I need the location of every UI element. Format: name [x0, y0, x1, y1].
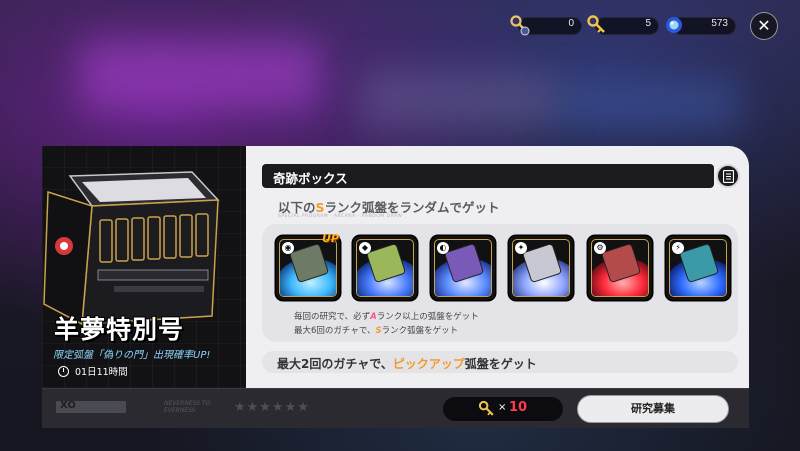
disc-item[interactable]: ◆: [353, 236, 417, 300]
cost-display: × 10: [443, 397, 563, 421]
time-remaining: 01日11時間: [58, 364, 128, 378]
gacha-card: 羊夢特別号 限定弧盤「偽りの門」出現確率UP! 01日11時間 奇跡ボックス 以…: [42, 146, 749, 428]
close-button[interactable]: ✕: [750, 12, 778, 40]
disc-frame: ✦: [512, 239, 570, 297]
panel-title: 奇跡ボックス: [273, 171, 348, 186]
disc-type-icon: ⚙: [594, 242, 606, 254]
box-title: 羊夢特別号: [54, 315, 185, 344]
disc-frame: ◐: [434, 239, 492, 297]
note-line-2: 最大6回のガチャで、Sランク弧盤をゲット: [294, 324, 458, 336]
blue-crystal-icon: [662, 13, 686, 37]
document-icon: [723, 170, 734, 183]
time-remaining-text: 01日11時間: [75, 367, 128, 378]
background-blur: [80, 40, 320, 110]
disc-item[interactable]: ⚡: [666, 236, 730, 300]
rarity-stars: ★★★★★★: [234, 400, 310, 415]
resource-value: 0: [568, 18, 574, 29]
resource-gold-key: 5: [585, 13, 659, 37]
disc-item[interactable]: ⚙: [588, 236, 652, 300]
gold-key-icon: [585, 13, 609, 37]
gold-key-icon: [478, 400, 494, 416]
pickup-post: 弧盤をゲット: [464, 357, 537, 371]
description-post: ランク弧盤をランダムでゲット: [324, 200, 500, 215]
disc-item[interactable]: ✦: [509, 236, 573, 300]
note-1-pre: 毎回の研究で、必ず: [294, 312, 371, 322]
brand-caption: NEVERNESS TO EVERNESS: [164, 400, 211, 414]
close-icon: ✕: [757, 16, 771, 35]
box-banner: 羊夢特別号 限定弧盤「偽りの門」出現確率UP! 01日11時間: [42, 146, 246, 388]
disc-type-icon: ◉: [282, 242, 294, 254]
disc-type-icon: ◆: [359, 242, 371, 254]
cost-multiplier: ×: [498, 402, 507, 413]
background-blur: [560, 80, 740, 130]
pickup-highlight: ピックアップ: [392, 357, 465, 371]
note-line-1: 毎回の研究で、必ずAランク以上の弧盤をゲット: [294, 310, 479, 322]
panel-header: 奇跡ボックス: [262, 164, 714, 188]
clock-icon: [58, 365, 69, 377]
note-2-pre: 最大6回のガチャで、: [294, 326, 376, 336]
description-pre: 以下の: [278, 200, 316, 215]
note-2-post: ランク弧盤をゲット: [381, 326, 459, 336]
disc-item[interactable]: ◉: [276, 236, 340, 300]
brand-logo: XO: [56, 400, 126, 413]
pickup-pre: 最大2回のガチャで、: [277, 357, 393, 371]
box-rate-up-text: 限定弧盤「偽りの門」出現確率UP!: [53, 350, 211, 361]
key-coin-icon: [508, 13, 532, 37]
brand-logo-text: XO: [60, 400, 76, 411]
background-blur: [360, 70, 560, 130]
resource-value: 573: [711, 18, 728, 29]
details-button[interactable]: [716, 164, 740, 188]
disc-frame: ◆: [356, 239, 414, 297]
description-rank: S: [315, 200, 325, 215]
note-1-rank: A: [370, 312, 377, 322]
resource-key-coin: 0: [508, 13, 582, 37]
disc-type-icon: ✦: [515, 242, 527, 254]
up-badge: UP: [322, 232, 339, 245]
box-detail-panel: 奇跡ボックス 以下のSランク弧盤をランダムでゲット SPECIAL PROGRA…: [246, 146, 749, 388]
disc-item[interactable]: ◐: [431, 236, 495, 300]
pickup-text: 最大2回のガチャで、ピックアップ弧盤をゲット: [277, 355, 537, 372]
resource-blue-crystal: 573: [662, 13, 736, 37]
disc-frame: ⚡: [669, 239, 727, 297]
recruit-button[interactable]: 研究募集: [577, 395, 729, 423]
disc-frame: ◉: [279, 239, 337, 297]
disc-type-icon: ◐: [437, 242, 449, 254]
cost-value: 10: [509, 400, 528, 415]
resource-value: 5: [645, 18, 651, 29]
note-1-post: ランク以上の弧盤をゲット: [376, 312, 479, 322]
disc-frame: ⚙: [591, 239, 649, 297]
description-subtext: SPECIAL PROGRAM · ARCANA · RANDOM DRAW: [278, 214, 403, 219]
disc-type-icon: ⚡: [672, 242, 684, 254]
action-bar: XO NEVERNESS TO EVERNESS ★★★★★★ × 10 研究募…: [42, 388, 749, 428]
pickup-info: 最大2回のガチャで、ピックアップ弧盤をゲット: [262, 351, 738, 373]
disc-list: ◉ UP ◆ ◐ ✦ ⚙ ⚡ 毎回の研究で、必ずAランク以上の弧盤をゲット 最大…: [262, 224, 738, 342]
